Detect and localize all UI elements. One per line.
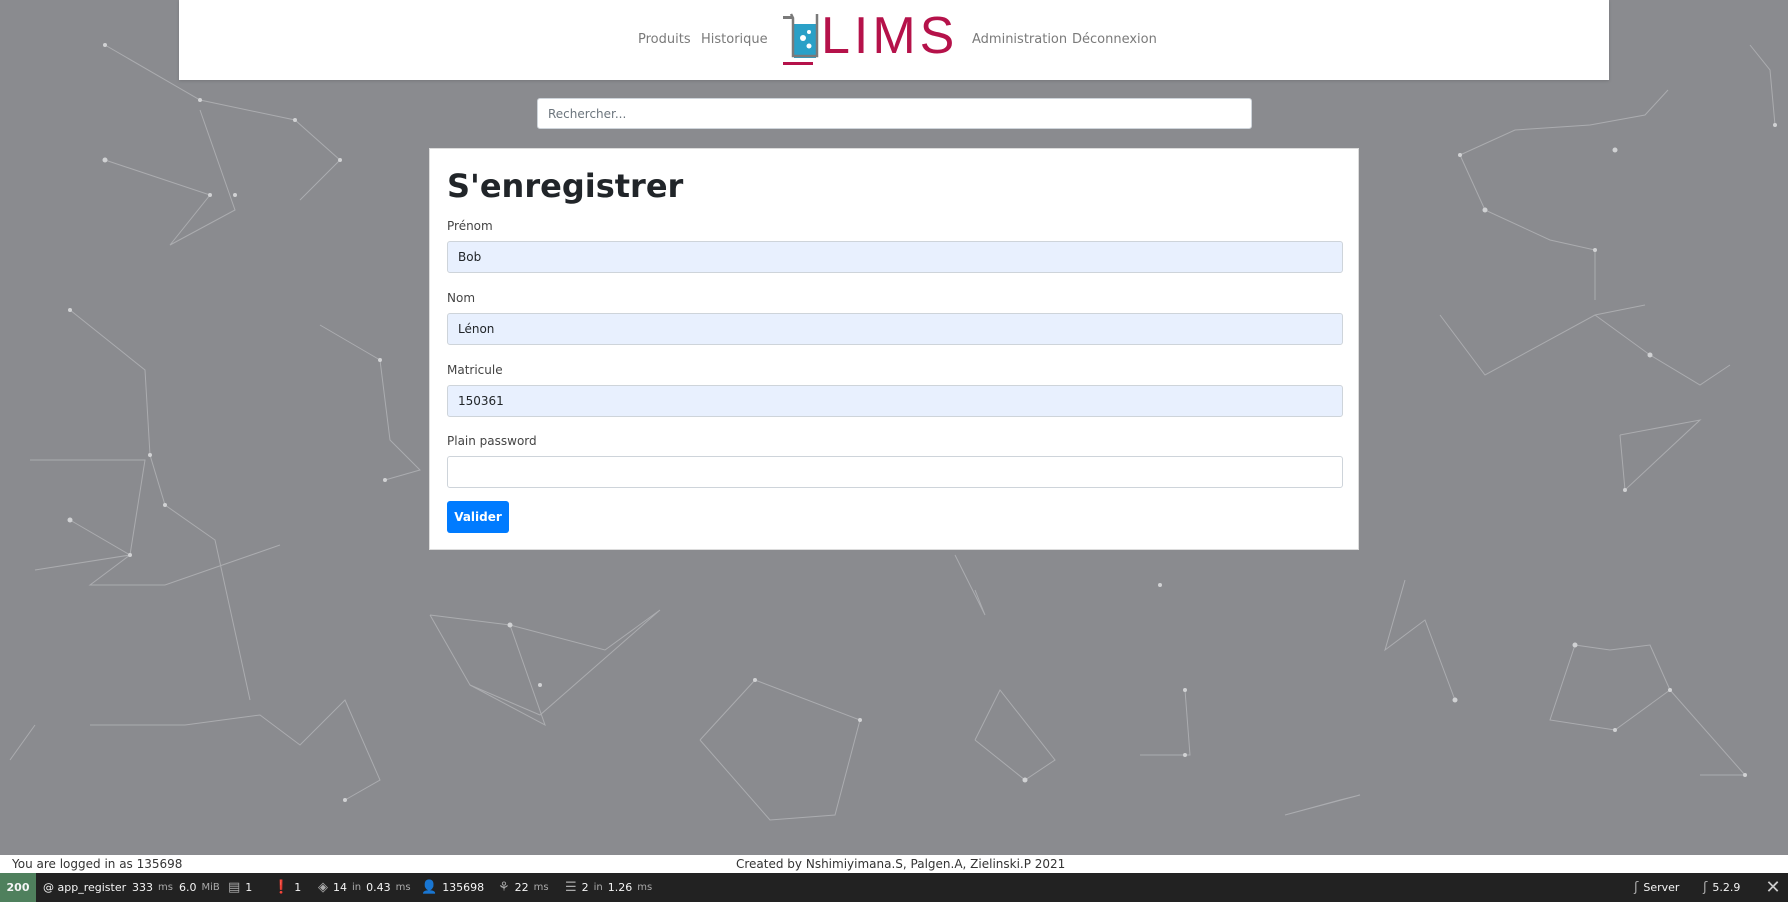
- warnings-count: 1: [294, 881, 302, 894]
- db-in: in: [593, 882, 603, 893]
- lims-logo[interactable]: LIMS: [779, 7, 959, 68]
- memory-unit: MiB: [201, 882, 220, 893]
- memory-value: 6.0: [179, 881, 197, 894]
- top-navbar: Produits Historique LIMS Administration …: [179, 0, 1609, 80]
- version-label: 5.2.9: [1712, 881, 1741, 894]
- nav-historique[interactable]: Historique: [701, 32, 768, 47]
- logs-count: 1: [245, 881, 253, 894]
- time-item[interactable]: 333 ms: [132, 873, 173, 902]
- clipboard-icon: ▤: [228, 880, 241, 895]
- credits: Created by Nshimiyimana.S, Palgen.A, Zie…: [736, 857, 1066, 871]
- route-item[interactable]: @ app_register: [43, 873, 126, 902]
- twig-time: 22: [514, 881, 529, 894]
- database-icon: ☰: [565, 880, 577, 895]
- logs-item[interactable]: ▤ 1: [228, 873, 252, 902]
- symfony-logo-icon: ʃ: [1703, 880, 1708, 895]
- time-unit: ms: [158, 882, 173, 893]
- valider-button[interactable]: Valider: [447, 501, 509, 533]
- cache-count: 14: [333, 881, 347, 894]
- close-icon[interactable]: ✕: [1758, 873, 1788, 902]
- user-id: 135698: [442, 881, 485, 894]
- server-label: Server: [1643, 881, 1680, 894]
- twig-item[interactable]: ⚘ 22 ms: [498, 873, 549, 902]
- nav-produits[interactable]: Produits: [638, 32, 691, 47]
- symfony-icon: ʃ: [1634, 880, 1639, 895]
- layers-icon: ◈: [318, 880, 328, 895]
- login-status: You are logged in as 135698: [12, 857, 183, 871]
- user-icon: 👤: [421, 880, 438, 895]
- logo-text: LIMS: [821, 7, 959, 65]
- page-title: S'enregistrer: [447, 167, 684, 205]
- matricule-field[interactable]: [447, 385, 1343, 417]
- nav-administration[interactable]: Administration: [972, 32, 1067, 47]
- memory-item[interactable]: 6.0 MiB: [179, 873, 220, 902]
- user-item[interactable]: 👤 135698: [421, 873, 484, 902]
- nav-deconnexion[interactable]: Déconnexion: [1072, 32, 1157, 47]
- password-label: Plain password: [447, 434, 537, 448]
- debug-toolbar: 200 @ app_register 333 ms 6.0 MiB ▤ 1 ❗ …: [0, 873, 1788, 902]
- prenom-label: Prénom: [447, 219, 493, 233]
- search-input[interactable]: [537, 98, 1252, 129]
- password-field[interactable]: [447, 456, 1343, 488]
- db-unit: ms: [637, 882, 653, 893]
- nom-label: Nom: [447, 291, 476, 305]
- cache-time: 0.43: [366, 881, 391, 894]
- page-footer: You are logged in as 135698 Created by N…: [0, 855, 1788, 873]
- nom-field[interactable]: [447, 313, 1343, 345]
- exclamation-icon: ❗: [273, 880, 290, 895]
- version-item[interactable]: ʃ 5.2.9: [1703, 873, 1740, 902]
- twig-unit: ms: [533, 882, 549, 893]
- db-time: 1.26: [607, 881, 633, 894]
- db-count: 2: [581, 881, 589, 894]
- route-name: @ app_register: [43, 881, 127, 894]
- matricule-label: Matricule: [447, 363, 503, 377]
- twig-icon: ⚘: [498, 880, 510, 895]
- prenom-field[interactable]: [447, 241, 1343, 273]
- time-value: 333: [132, 881, 153, 894]
- server-item[interactable]: ʃ Server: [1634, 873, 1679, 902]
- cache-in: in: [352, 882, 362, 893]
- beaker-icon: [783, 13, 819, 65]
- status-code: 200: [6, 881, 30, 894]
- register-form-card: S'enregistrer Prénom Nom Matricule Plain…: [429, 148, 1359, 550]
- cache-item[interactable]: ◈ 14 in 0.43 ms: [318, 873, 411, 902]
- status-badge[interactable]: 200: [0, 873, 36, 902]
- warnings-item[interactable]: ❗ 1: [273, 873, 301, 902]
- database-item[interactable]: ☰ 2 in 1.26 ms: [565, 873, 652, 902]
- cache-unit: ms: [395, 882, 411, 893]
